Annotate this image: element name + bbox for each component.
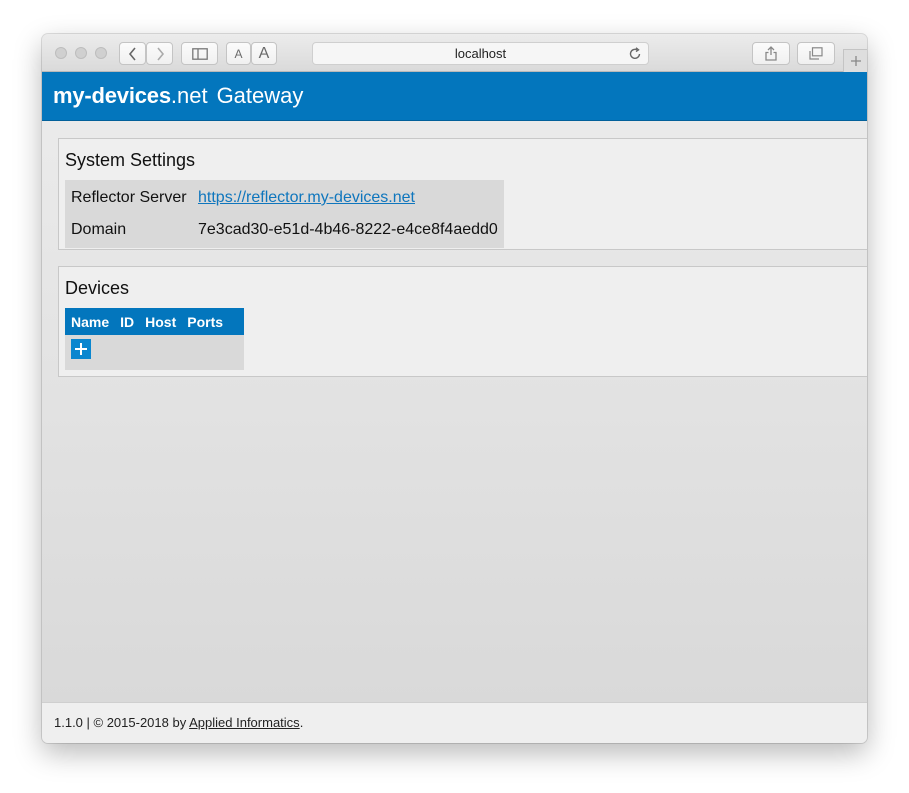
address-bar[interactable]: localhost xyxy=(312,42,649,65)
system-settings-title: System Settings xyxy=(65,150,196,170)
footer-version-text: 1.1.0 | © 2015-2018 by xyxy=(54,715,190,730)
tabs-icon xyxy=(809,47,823,60)
column-header-ports[interactable]: Ports xyxy=(187,314,223,330)
sidebar-icon xyxy=(191,47,208,60)
brand-suffix: Gateway xyxy=(216,83,304,108)
system-settings-panel: System Settings Reflector Server https:/… xyxy=(58,138,867,250)
plus-icon xyxy=(850,56,861,66)
large-a-icon: A xyxy=(258,44,270,62)
column-header-host[interactable]: Host xyxy=(145,314,176,330)
devices-table-header: Name ID Host Ports xyxy=(65,308,244,335)
share-button[interactable] xyxy=(752,42,790,65)
reflector-server-link[interactable]: https://reflector.my-devices.net xyxy=(198,189,415,206)
close-window-button[interactable] xyxy=(55,47,67,59)
brand-tld: .net xyxy=(170,83,208,108)
column-header-id[interactable]: ID xyxy=(120,314,134,330)
app-header: my-devices .net Gateway xyxy=(42,72,867,121)
chevron-left-icon xyxy=(128,46,136,61)
back-button[interactable] xyxy=(119,42,146,65)
decrease-text-size-button[interactable]: A xyxy=(226,42,251,65)
share-icon xyxy=(765,46,777,61)
zoom-window-button[interactable] xyxy=(95,47,107,59)
address-text: localhost xyxy=(454,46,507,61)
domain-value: 7e3cad30-e51d-4b46-8222-e4ce8f4aedd0 xyxy=(198,221,498,238)
settings-key: Domain xyxy=(71,221,127,238)
settings-row-reflector: Reflector Server https://reflector.my-de… xyxy=(71,182,498,214)
plus-icon xyxy=(75,343,87,355)
increase-text-size-button[interactable]: A xyxy=(251,42,277,65)
show-tabs-button[interactable] xyxy=(797,42,835,65)
browser-window: A A localhost my-devices .net Gateway Sys… xyxy=(42,34,867,743)
settings-row-domain: Domain 7e3cad30-e51d-4b46-8222-e4ce8f4ae… xyxy=(71,214,498,246)
devices-table-body xyxy=(65,335,244,370)
sidebar-toggle-button[interactable] xyxy=(181,42,218,65)
add-device-button[interactable] xyxy=(71,339,91,359)
small-a-icon: A xyxy=(234,46,243,61)
settings-key: Reflector Server xyxy=(71,189,187,206)
devices-table: Name ID Host Ports xyxy=(65,308,244,370)
devices-title: Devices xyxy=(65,278,130,298)
reload-icon[interactable] xyxy=(628,46,642,68)
new-tab-button[interactable] xyxy=(843,49,867,72)
brand-name: my-devices xyxy=(53,83,171,108)
chevron-right-icon xyxy=(156,46,164,61)
minimize-window-button[interactable] xyxy=(75,47,87,59)
applied-informatics-link[interactable]: Applied Informatics xyxy=(189,715,300,730)
column-header-name[interactable]: Name xyxy=(71,314,109,330)
settings-table: Reflector Server https://reflector.my-de… xyxy=(65,180,504,248)
footer-suffix: . xyxy=(299,715,304,730)
browser-toolbar: A A localhost xyxy=(42,34,867,72)
forward-button[interactable] xyxy=(146,42,173,65)
page-content: my-devices .net Gateway System Settings R… xyxy=(42,72,867,702)
page-footer: 1.1.0 | © 2015-2018 by Applied Informati… xyxy=(42,702,867,743)
devices-panel: Devices Name ID Host Ports xyxy=(58,266,867,377)
